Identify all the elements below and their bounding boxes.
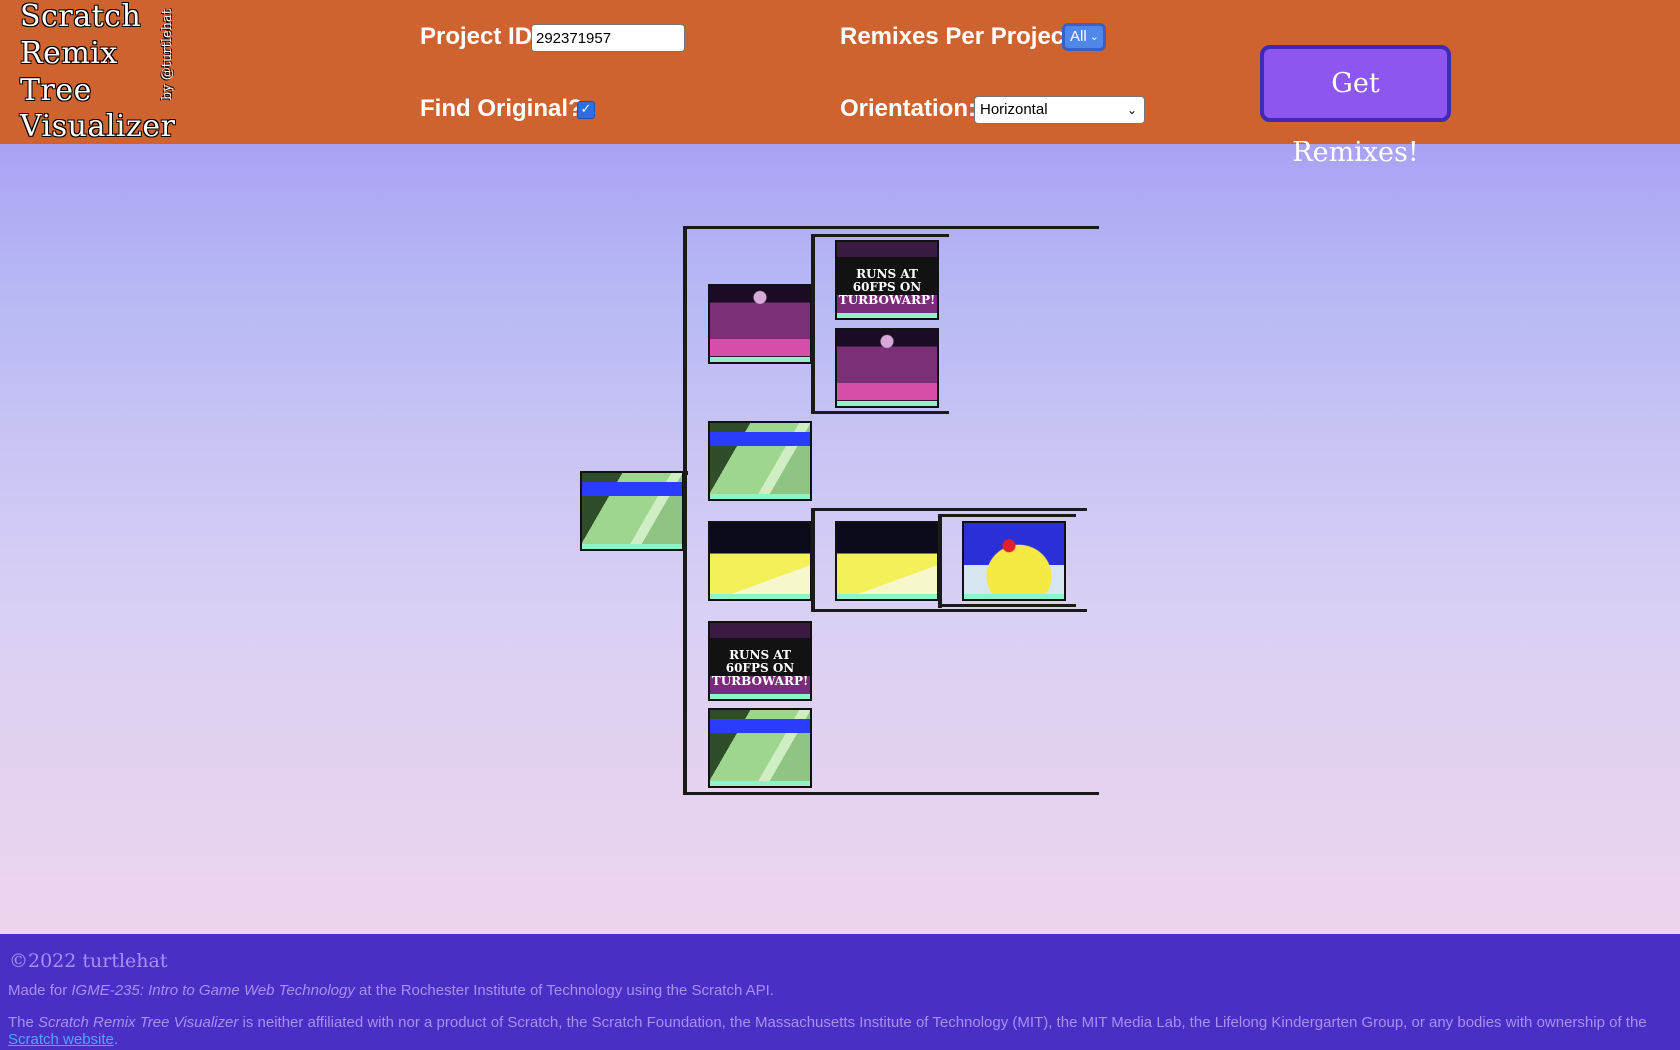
course-name: IGME-235: Intro to Game Web Technology	[71, 982, 355, 999]
copyright-text: ©2022 turtlehat	[9, 950, 168, 972]
orientation-value: Horizontal	[980, 101, 1048, 118]
disclaimer-prefix: The	[8, 1014, 39, 1031]
logo-line-1: Scratch	[20, 0, 142, 34]
project-id-label: Project ID:	[420, 23, 541, 50]
project-thumbnail[interactable]: RUNS AT 60FPS ON TURBOWARP!	[835, 240, 939, 320]
project-thumbnail[interactable]	[708, 521, 812, 601]
logo-line-4: Visualizer	[20, 109, 176, 144]
tree-bracket-top	[811, 508, 1087, 511]
tree-bracket	[683, 226, 687, 795]
orientation-label: Orientation:	[840, 95, 976, 122]
logo: Scratch Remix Tree Visualizer by @turtle…	[20, 0, 175, 142]
made-for-suffix: at the Rochester Institute of Technology…	[354, 982, 774, 999]
tree-bracket-top	[683, 226, 1099, 229]
remixes-per-project-value: All	[1070, 28, 1087, 45]
project-thumbnail[interactable]	[708, 284, 812, 364]
orientation-select[interactable]: Horizontal ⌄	[974, 96, 1145, 124]
footer: ©2022 turtlehat Made for IGME-235: Intro…	[0, 934, 1680, 1050]
chevron-down-icon: ⌄	[1126, 103, 1137, 117]
thumbnail-caption: RUNS AT 60FPS ON TURBOWARP!	[711, 648, 809, 688]
find-original-checkbox[interactable]: ✓	[577, 101, 595, 119]
project-thumbnail[interactable]	[708, 421, 812, 501]
tree-bracket-bottom	[683, 792, 1099, 795]
find-original-label: Find Original?	[420, 95, 583, 122]
tree-bracket-top	[938, 514, 1076, 517]
scratch-website-link[interactable]: Scratch website	[8, 1031, 114, 1048]
tree-bracket-top	[811, 234, 949, 237]
tree-bracket-bottom	[811, 609, 1087, 612]
tree-bracket-bottom	[811, 411, 949, 414]
project-id-input[interactable]	[531, 24, 685, 52]
project-thumbnail[interactable]: RUNS AT 60FPS ON TURBOWARP!	[708, 621, 812, 701]
made-for-prefix: Made for	[8, 982, 72, 999]
logo-byline: by @turtlehat	[160, 8, 175, 100]
header: Scratch Remix Tree Visualizer by @turtle…	[0, 0, 1680, 168]
check-icon: ✓	[580, 102, 592, 117]
project-thumbnail[interactable]	[835, 521, 939, 601]
tree-bracket	[938, 514, 942, 608]
logo-line-3: Tree	[20, 73, 92, 108]
chevron-down-icon: ⌄	[1089, 31, 1099, 43]
tree-bracket	[811, 508, 815, 612]
tree-bracket	[811, 234, 815, 414]
remixes-per-project-select[interactable]: All ⌄	[1062, 23, 1106, 51]
disclaimer-text: The Scratch Remix Tree Visualizer is nei…	[8, 1014, 1668, 1048]
logo-line-2: Remix	[20, 36, 118, 71]
remixes-per-project-label: Remixes Per Project:	[840, 23, 1081, 50]
disclaimer-end: .	[113, 1031, 119, 1048]
get-remixes-button[interactable]: Get Remixes!	[1260, 45, 1451, 168]
project-thumbnail[interactable]	[962, 521, 1066, 601]
tree-bracket-bottom	[938, 604, 1076, 607]
made-for-text: Made for IGME-235: Intro to Game Web Tec…	[8, 982, 1668, 999]
disclaimer-app-name: Scratch Remix Tree Visualizer	[38, 1014, 239, 1031]
project-thumbnail[interactable]	[708, 708, 812, 788]
project-thumbnail[interactable]	[835, 328, 939, 408]
thumbnail-caption: RUNS AT 60FPS ON TURBOWARP!	[838, 267, 936, 307]
project-thumbnail-root[interactable]	[580, 471, 684, 551]
disclaimer-body: is neither affiliated with nor a product…	[238, 1014, 1647, 1031]
